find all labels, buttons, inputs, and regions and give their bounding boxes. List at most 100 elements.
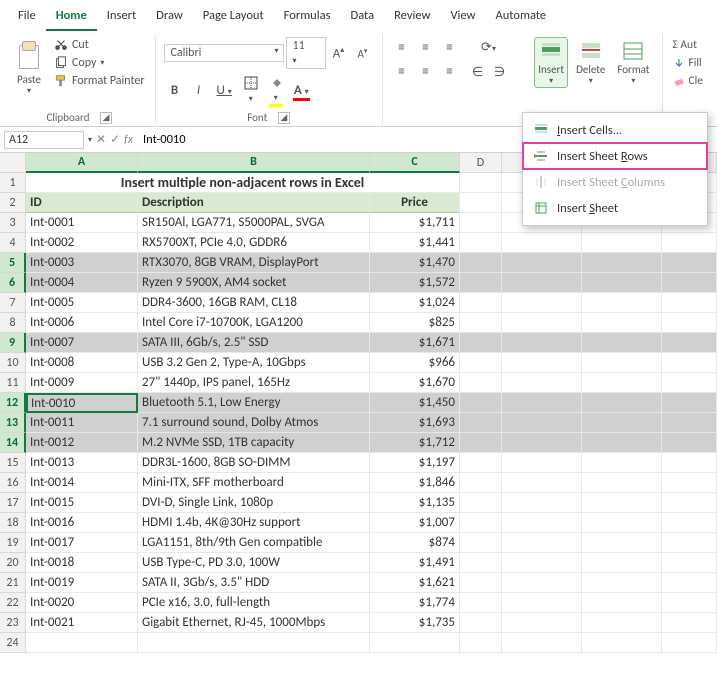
menu-insert-cells[interactable]: Insert Cells... — [523, 117, 707, 143]
row-header-11[interactable]: 11 — [0, 373, 26, 393]
empty-cell[interactable] — [582, 413, 662, 433]
row-header-3[interactable]: 3 — [0, 213, 26, 233]
empty-cell[interactable] — [460, 293, 502, 313]
cell-desc[interactable]: Intel Core i7-10700K, LGA1200 — [138, 313, 370, 333]
clear-button[interactable]: Cle — [671, 73, 706, 89]
empty-cell[interactable] — [502, 593, 582, 613]
cell-desc[interactable]: DVI-D, Single Link, 1080p — [138, 493, 370, 513]
cell-price[interactable]: $966 — [370, 353, 460, 373]
align-middle-button[interactable]: ≡ — [415, 37, 437, 59]
cell-price[interactable]: $874 — [370, 533, 460, 553]
empty-cell[interactable] — [662, 353, 717, 373]
align-bottom-button[interactable]: ≡ — [439, 37, 461, 59]
cell-desc[interactable]: SR150Al, LGA771, S5000PAL, SVGA — [138, 213, 370, 233]
empty-cell[interactable] — [502, 493, 582, 513]
increase-indent-button[interactable]: ∋ — [489, 62, 511, 83]
empty-cell[interactable] — [502, 253, 582, 273]
empty-cell[interactable] — [662, 313, 717, 333]
empty-cell[interactable] — [582, 333, 662, 353]
row-header-2[interactable]: 2 — [0, 193, 26, 213]
tab-automate[interactable]: Automate — [486, 4, 557, 31]
empty-cell[interactable] — [582, 313, 662, 333]
cell-price[interactable]: $1,846 — [370, 473, 460, 493]
empty-cell[interactable] — [662, 333, 717, 353]
cell-price[interactable]: $1,735 — [370, 613, 460, 633]
row-header-15[interactable]: 15 — [0, 453, 26, 473]
empty-cell[interactable] — [582, 233, 662, 253]
tab-data[interactable]: Data — [341, 4, 385, 31]
column-header-D[interactable]: D — [460, 153, 502, 173]
cell-id[interactable]: Int-0019 — [26, 573, 138, 593]
font-size-select[interactable]: 11 ▾ — [286, 37, 326, 69]
empty-cell[interactable] — [662, 293, 717, 313]
empty-cell[interactable] — [460, 533, 502, 553]
empty-cell[interactable] — [662, 453, 717, 473]
row-header-18[interactable]: 18 — [0, 513, 26, 533]
autosum-button[interactable]: Σ Aut — [671, 37, 706, 53]
select-all-corner[interactable] — [0, 153, 26, 173]
tab-page-layout[interactable]: Page Layout — [193, 4, 274, 31]
underline-button[interactable]: U ▾ — [212, 80, 237, 101]
empty-cell[interactable] — [502, 333, 582, 353]
empty-cell[interactable] — [662, 613, 717, 633]
cell-desc[interactable]: RX5700XT, PCIe 4.0, GDDR6 — [138, 233, 370, 253]
align-left-button[interactable]: ≡ — [391, 61, 413, 83]
empty-cell[interactable] — [502, 273, 582, 293]
row-header-12[interactable]: 12 — [0, 393, 26, 413]
increase-font-button[interactable]: A▴ — [328, 42, 350, 64]
empty-cell[interactable] — [460, 513, 502, 533]
align-top-button[interactable]: ≡ — [391, 37, 413, 59]
empty-cell[interactable] — [662, 493, 717, 513]
cell-price[interactable]: $1,572 — [370, 273, 460, 293]
cell-id[interactable]: Int-0013 — [26, 453, 138, 473]
empty-cell[interactable] — [460, 593, 502, 613]
cell-desc[interactable]: LGA1151, 8th/9th Gen compatible — [138, 533, 370, 553]
empty-cell[interactable] — [460, 553, 502, 573]
empty-cell[interactable] — [460, 213, 502, 233]
decrease-font-button[interactable]: A▾ — [352, 43, 374, 64]
empty-cell[interactable] — [460, 313, 502, 333]
tab-insert[interactable]: Insert — [97, 4, 146, 31]
cell-id[interactable]: Int-0015 — [26, 493, 138, 513]
cell-price[interactable]: $1,621 — [370, 573, 460, 593]
empty-cell[interactable] — [460, 193, 502, 213]
empty-cell[interactable] — [662, 233, 717, 253]
cell-desc[interactable]: SATA II, 3Gb/s, 3.5" HDD — [138, 573, 370, 593]
empty-cell[interactable] — [502, 393, 582, 413]
cell-id[interactable]: Int-0016 — [26, 513, 138, 533]
cell-desc[interactable]: 7.1 surround sound, Dolby Atmos — [138, 413, 370, 433]
fx-icon[interactable]: fx — [124, 133, 133, 147]
empty-cell[interactable] — [460, 573, 502, 593]
empty-cell[interactable] — [582, 273, 662, 293]
empty-cell[interactable] — [502, 233, 582, 253]
spreadsheet-grid[interactable]: ABCDEF1Insert multiple non-adjacent rows… — [0, 153, 717, 653]
cell-id[interactable] — [26, 633, 138, 653]
row-header-14[interactable]: 14 — [0, 433, 26, 453]
cell-price[interactable]: $1,470 — [370, 253, 460, 273]
empty-cell[interactable] — [502, 433, 582, 453]
font-name-select[interactable]: Calibri ▾ — [164, 44, 284, 62]
fill-color-button[interactable]: ▾ — [265, 74, 287, 108]
empty-cell[interactable] — [582, 373, 662, 393]
row-header-9[interactable]: 9 — [0, 333, 26, 353]
empty-cell[interactable] — [662, 373, 717, 393]
cell-id[interactable]: Int-0017 — [26, 533, 138, 553]
empty-cell[interactable] — [582, 293, 662, 313]
align-center-button[interactable]: ≡ — [415, 61, 437, 83]
column-header-C[interactable]: C — [370, 153, 460, 173]
menu-insert-sheet-rows[interactable]: Insert Sheet Rows — [523, 143, 707, 169]
empty-cell[interactable] — [582, 473, 662, 493]
align-right-button[interactable]: ≡ — [439, 61, 461, 83]
empty-cell[interactable] — [582, 253, 662, 273]
empty-cell[interactable] — [662, 593, 717, 613]
cell-price[interactable]: $1,135 — [370, 493, 460, 513]
empty-cell[interactable] — [460, 333, 502, 353]
cell-desc[interactable]: PCIe x16, 3.0, full-length — [138, 593, 370, 613]
empty-cell[interactable] — [460, 493, 502, 513]
cell-price[interactable]: $1,693 — [370, 413, 460, 433]
row-header-6[interactable]: 6 — [0, 273, 26, 293]
cell-id[interactable]: Int-0009 — [26, 373, 138, 393]
empty-cell[interactable] — [502, 573, 582, 593]
empty-cell[interactable] — [582, 393, 662, 413]
empty-cell[interactable] — [460, 233, 502, 253]
